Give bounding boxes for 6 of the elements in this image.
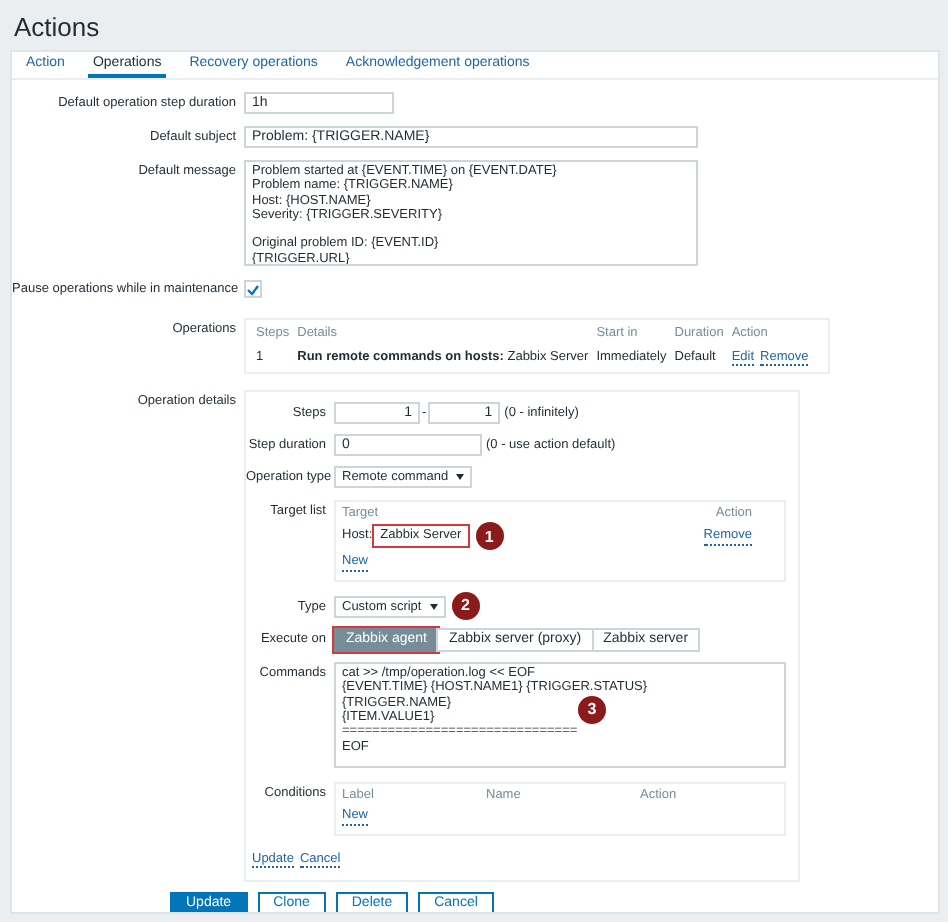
checkbox[interactable] — [244, 280, 262, 298]
page-title: Actions — [12, 10, 102, 46]
annotation-marker: 1 — [475, 522, 504, 551]
annotation-marker: 2 — [451, 592, 480, 621]
caret-icon — [456, 473, 465, 480]
caret-icon — [429, 603, 438, 610]
